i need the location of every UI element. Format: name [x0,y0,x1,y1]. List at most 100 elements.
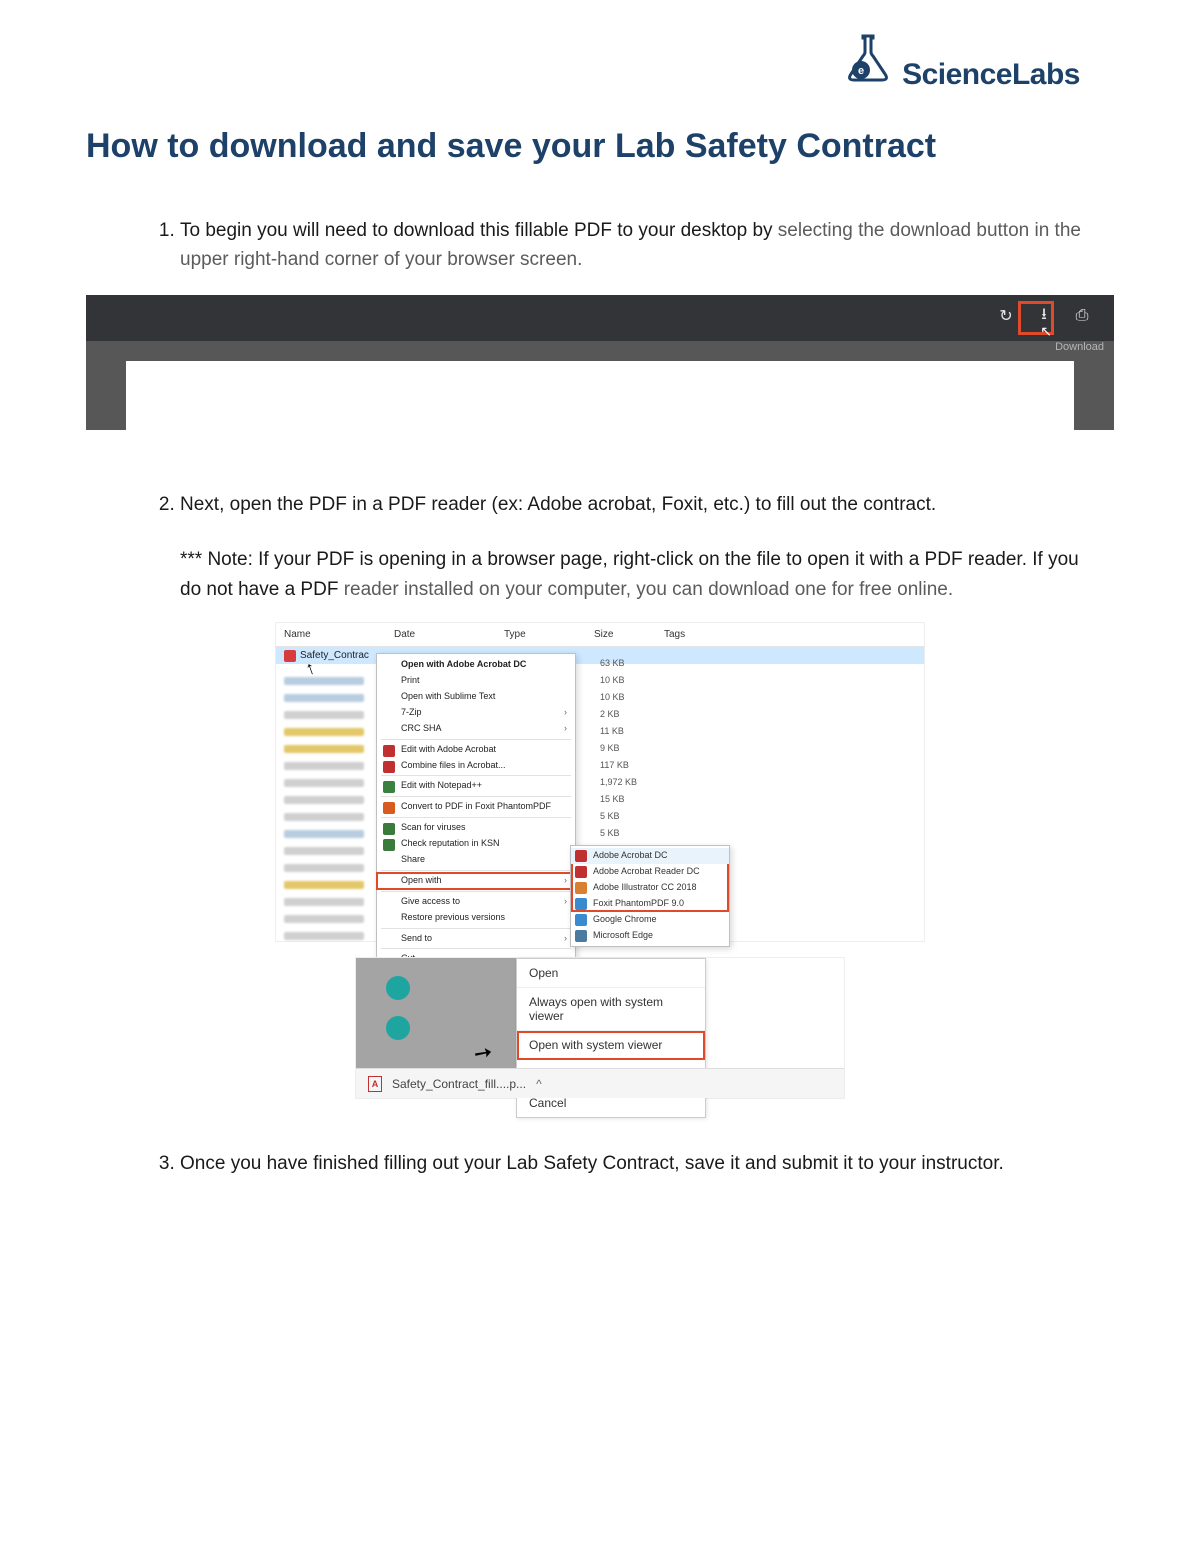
ctx-open-with[interactable]: Open with [377,873,575,889]
ctx-give-access[interactable]: Give access to [377,894,575,910]
ctx-print[interactable]: Print [377,673,575,689]
file-row[interactable] [276,774,364,791]
ctx-restore[interactable]: Restore previous versions [377,910,575,926]
downloads-bar: A Safety_Contract_fill....p... ^ [356,1068,844,1098]
step-3: Once you have finished filling out your … [180,1149,1090,1178]
file-row[interactable] [276,842,364,859]
blurred-filename [284,711,364,719]
ctx-scan-viruses[interactable]: Scan for viruses [377,820,575,836]
file-size-value: 10 KB [600,689,637,706]
blurred-filename [284,864,364,872]
file-size-value: 1,972 KB [600,774,637,791]
print-icon[interactable]: ⎙ [1072,307,1092,325]
file-size-value: 63 KB [600,655,637,672]
file-row[interactable] [276,740,364,757]
open-with-submenu: Adobe Acrobat DC Adobe Acrobat Reader DC… [570,845,730,946]
file-row[interactable] [276,893,364,910]
sub-illustrator[interactable]: Adobe Illustrator CC 2018 [571,880,729,896]
thumbnail-circle [386,976,410,1000]
file-size-value: 11 KB [600,723,637,740]
blurred-filename [284,932,364,940]
dl-open-system-viewer[interactable]: Open with system viewer [517,1031,705,1060]
blurred-filename [284,830,364,838]
blurred-filename [284,796,364,804]
blurred-filename [284,745,364,753]
svg-text:e: e [858,65,864,77]
browser-toolbar-screenshot: ↻ ⭳ ⎙ ↖ Download [86,295,1114,430]
logo-area: e ScienceLabs [0,0,1200,107]
blurred-filename [284,728,364,736]
blurred-filename [284,898,364,906]
file-row[interactable] [276,689,364,706]
ctx-convert-foxit[interactable]: Convert to PDF in Foxit PhantomPDF [377,799,575,815]
sub-adobe-acrobat-dc[interactable]: Adobe Acrobat DC [571,848,729,864]
context-menu: Open with Adobe Acrobat DC Print Open wi… [376,653,576,971]
step-2: Next, open the PDF in a PDF reader (ex: … [180,490,1090,519]
blurred-filename [284,813,364,821]
ctx-check-ksn[interactable]: Check reputation in KSN [377,836,575,852]
file-row[interactable] [276,757,364,774]
browser-download-bar-screenshot: Open Always open with system viewer Open… [355,957,845,1099]
header-name[interactable]: Name [284,629,394,640]
blurred-filename [284,762,364,770]
download-chip-filename[interactable]: Safety_Contract_fill....p... [392,1077,526,1091]
explorer-column-headers: Name Date Type Size Tags [276,623,924,647]
header-size[interactable]: Size [594,629,664,640]
file-size-value: 9 KB [600,740,637,757]
ctx-send-to[interactable]: Send to [377,931,575,947]
header-type[interactable]: Type [504,629,594,640]
file-row[interactable] [276,927,364,944]
file-row[interactable] [276,791,364,808]
logo-text: ScienceLabs [902,58,1080,92]
sub-foxit[interactable]: Foxit PhantomPDF 9.0 [571,896,729,912]
ctx-combine-acrobat[interactable]: Combine files in Acrobat... [377,758,575,774]
flask-icon: e [840,30,896,92]
file-size-value: 5 KB [600,808,637,825]
download-tooltip: Download [1055,341,1104,353]
note-text: *** Note: If your PDF is opening in a br… [0,539,1200,604]
sub-adobe-reader[interactable]: Adobe Acrobat Reader DC [571,864,729,880]
header-date[interactable]: Date [394,629,504,640]
cursor-icon: ↖ [1040,323,1052,340]
ctx-crc-sha[interactable]: CRC SHA [377,721,575,737]
file-row[interactable] [276,672,364,689]
file-size-value: 15 KB [600,791,637,808]
file-row[interactable] [276,723,364,740]
thumbnail-circle [386,1016,410,1040]
file-row[interactable] [276,825,364,842]
ctx-edit-acrobat[interactable]: Edit with Adobe Acrobat [377,742,575,758]
pdf-page-preview [126,361,1074,430]
sub-chrome[interactable]: Google Chrome [571,912,729,928]
step-1-part-a: To begin you will need to download this … [180,220,778,241]
ctx-7zip[interactable]: 7-Zip [377,705,575,721]
download-chip-caret[interactable]: ^ [536,1077,542,1091]
blurred-filename [284,915,364,923]
blurred-filename [284,779,364,787]
ctx-open-adobe[interactable]: Open with Adobe Acrobat DC [377,657,575,673]
blurred-filename [284,847,364,855]
file-row[interactable] [276,706,364,723]
blurred-filename [284,881,364,889]
ctx-open-sublime[interactable]: Open with Sublime Text [377,689,575,705]
dl-open[interactable]: Open [517,959,705,988]
file-row[interactable] [276,859,364,876]
rotate-icon[interactable]: ↻ [996,306,1016,326]
file-size-value: 5 KB [600,825,637,842]
ctx-edit-notepad[interactable]: Edit with Notepad++ [377,778,575,794]
header-tags[interactable]: Tags [664,629,724,640]
file-size-value: 2 KB [600,706,637,723]
file-size-value: 117 KB [600,757,637,774]
dl-always-open[interactable]: Always open with system viewer [517,988,705,1031]
page-title: How to download and save your Lab Safety… [0,107,1200,196]
file-explorer-screenshot: Name Date Type Size Tags Safety_Contrac … [275,622,925,942]
sub-edge[interactable]: Microsoft Edge [571,928,729,944]
blurred-filename [284,694,364,702]
pdf-download-icon: A [368,1076,382,1092]
file-row[interactable] [276,876,364,893]
note-part-b: reader installed on your computer, you c… [344,579,953,600]
file-row[interactable] [276,910,364,927]
file-row[interactable] [276,808,364,825]
ctx-share[interactable]: Share [377,852,575,868]
file-size-value: 10 KB [600,672,637,689]
pdf-file-icon [284,650,296,662]
